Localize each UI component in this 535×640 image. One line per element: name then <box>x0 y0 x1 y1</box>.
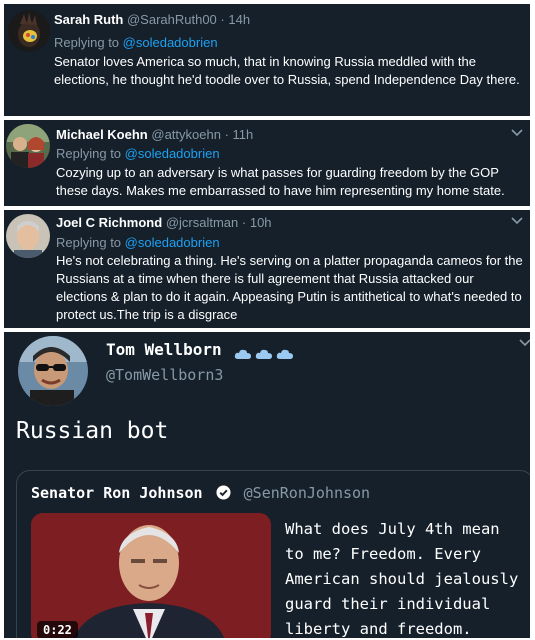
replying-to-line: Replying to @soledadobrien <box>54 35 218 51</box>
video-duration: 0:22 <box>37 621 78 638</box>
tweet-text: He's not celebrating a thing. He's servi… <box>56 253 523 322</box>
author-handle[interactable]: @SarahRuth00 <box>127 12 217 27</box>
tweet-text: Cozying up to an adversary is what passe… <box>56 165 505 198</box>
author-name[interactable]: Sarah Ruth <box>54 12 123 27</box>
timestamp[interactable]: 10h <box>250 215 272 230</box>
avatar[interactable] <box>6 214 50 258</box>
cloud-emoji-icon <box>255 345 273 359</box>
replying-to-line: Replying to @soledadobrien <box>56 146 220 162</box>
tweet-header: Sarah Ruth @SarahRuth00 · 14h <box>54 12 250 28</box>
timestamp[interactable]: 14h <box>228 12 250 27</box>
mention-link[interactable]: @soledadobrien <box>125 235 220 250</box>
mention-link[interactable]: @soledadobrien <box>123 35 218 50</box>
tweet-text: Senator loves America so much, that in k… <box>54 54 520 87</box>
avatar[interactable] <box>8 10 50 52</box>
separator-dot: · <box>241 215 247 230</box>
cloud-emoji-icon <box>234 345 252 359</box>
video-thumbnail[interactable]: 0:22 <box>31 513 271 638</box>
reply-tweet-sarah-ruth[interactable]: Sarah Ruth @SarahRuth00 · 14h Replying t… <box>4 4 530 116</box>
replying-to-line: Replying to @soledadobrien <box>56 235 220 251</box>
quoted-tweet-text: What does July 4th mean to me? Freedom. … <box>285 520 519 638</box>
replying-to-label: Replying to <box>56 235 122 250</box>
chevron-down-icon[interactable] <box>518 338 530 348</box>
reply-tweet-michael-koehn[interactable]: Michael Koehn @attykoehn · 11h Replying … <box>4 120 530 206</box>
tweet-header: Joel C Richmond @jcrsaltman · 10h <box>56 215 272 231</box>
mention-link[interactable]: @soledadobrien <box>125 146 220 161</box>
author-name[interactable]: Tom Wellborn <box>106 340 222 359</box>
quoted-author-handle[interactable]: @SenRonJohnson <box>244 484 370 502</box>
author-handle[interactable]: @attykoehn <box>151 127 221 142</box>
author-name[interactable]: Michael Koehn <box>56 127 148 142</box>
tweet-header: Michael Koehn @attykoehn · 11h <box>56 127 253 143</box>
author-name-line: Tom Wellborn <box>106 340 294 359</box>
avatar[interactable] <box>18 336 88 406</box>
quoted-author-name[interactable]: Senator Ron Johnson <box>31 484 203 502</box>
main-tweet-tom-wellborn[interactable]: Tom Wellborn @TomWellborn3 Russian bot S… <box>4 332 530 638</box>
separator-dot: · <box>224 127 229 142</box>
verified-badge-icon <box>216 485 231 500</box>
author-handle[interactable]: @jcrsaltman <box>166 215 238 230</box>
author-handle[interactable]: @TomWellborn3 <box>106 366 223 384</box>
chevron-down-icon[interactable] <box>510 128 524 138</box>
cloud-emoji-icon <box>276 345 294 359</box>
avatar[interactable] <box>6 124 50 168</box>
quoted-tweet-header: Senator Ron Johnson @SenRonJohnson <box>31 484 370 502</box>
reply-tweet-joel-richmond[interactable]: Joel C Richmond @jcrsaltman · 10h Replyi… <box>4 210 530 328</box>
replying-to-label: Replying to <box>56 146 122 161</box>
author-name[interactable]: Joel C Richmond <box>56 215 162 230</box>
quoted-tweet-card[interactable]: Senator Ron Johnson @SenRonJohnson 0:22 … <box>16 470 530 638</box>
separator-dot: · <box>220 12 225 27</box>
chevron-down-icon[interactable] <box>510 216 524 226</box>
tweet-text: Russian bot <box>16 418 169 444</box>
timestamp[interactable]: 11h <box>233 127 254 142</box>
replying-to-label: Replying to <box>54 35 120 50</box>
